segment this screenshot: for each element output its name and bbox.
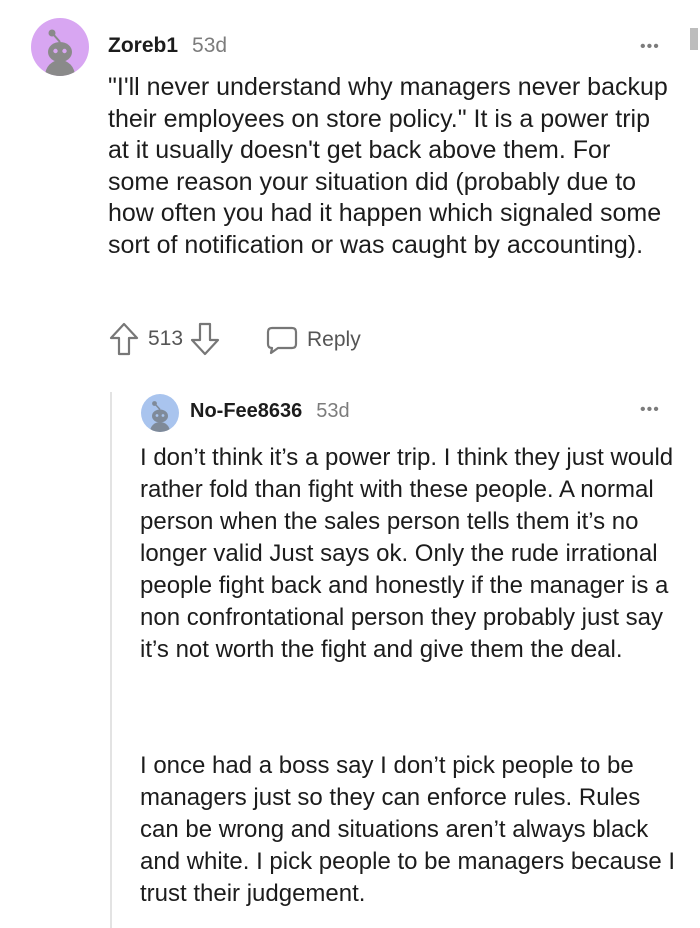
more-options-icon[interactable]: ••• bbox=[640, 401, 660, 419]
comment-body: "I'll never understand why managers neve… bbox=[108, 73, 668, 259]
snoo-avatar-icon bbox=[141, 394, 179, 432]
comment-age: 53d bbox=[316, 400, 350, 422]
comment-body: I once had a boss say I don’t pick peopl… bbox=[140, 752, 676, 907]
avatar[interactable] bbox=[141, 394, 179, 432]
upvote-arrow-icon[interactable] bbox=[108, 321, 140, 357]
comment-author[interactable]: Zoreb1 bbox=[108, 34, 178, 58]
comment-author[interactable]: No-Fee8636 bbox=[190, 400, 302, 423]
thread-line[interactable] bbox=[110, 392, 112, 928]
downvote-arrow-icon[interactable] bbox=[189, 321, 221, 357]
comment-age: 53d bbox=[192, 34, 228, 57]
scrollbar-thumb[interactable] bbox=[690, 28, 698, 50]
avatar[interactable] bbox=[31, 18, 89, 76]
reply-button[interactable]: Reply bbox=[266, 322, 361, 358]
comment-body: I don’t think it’s a power trip. I think… bbox=[140, 444, 674, 663]
more-options-icon[interactable]: ••• bbox=[640, 38, 660, 56]
vote-score: 513 bbox=[148, 327, 184, 350]
reply-label: Reply bbox=[307, 328, 361, 351]
snoo-avatar-icon bbox=[31, 18, 89, 76]
speech-bubble-icon bbox=[266, 325, 298, 355]
